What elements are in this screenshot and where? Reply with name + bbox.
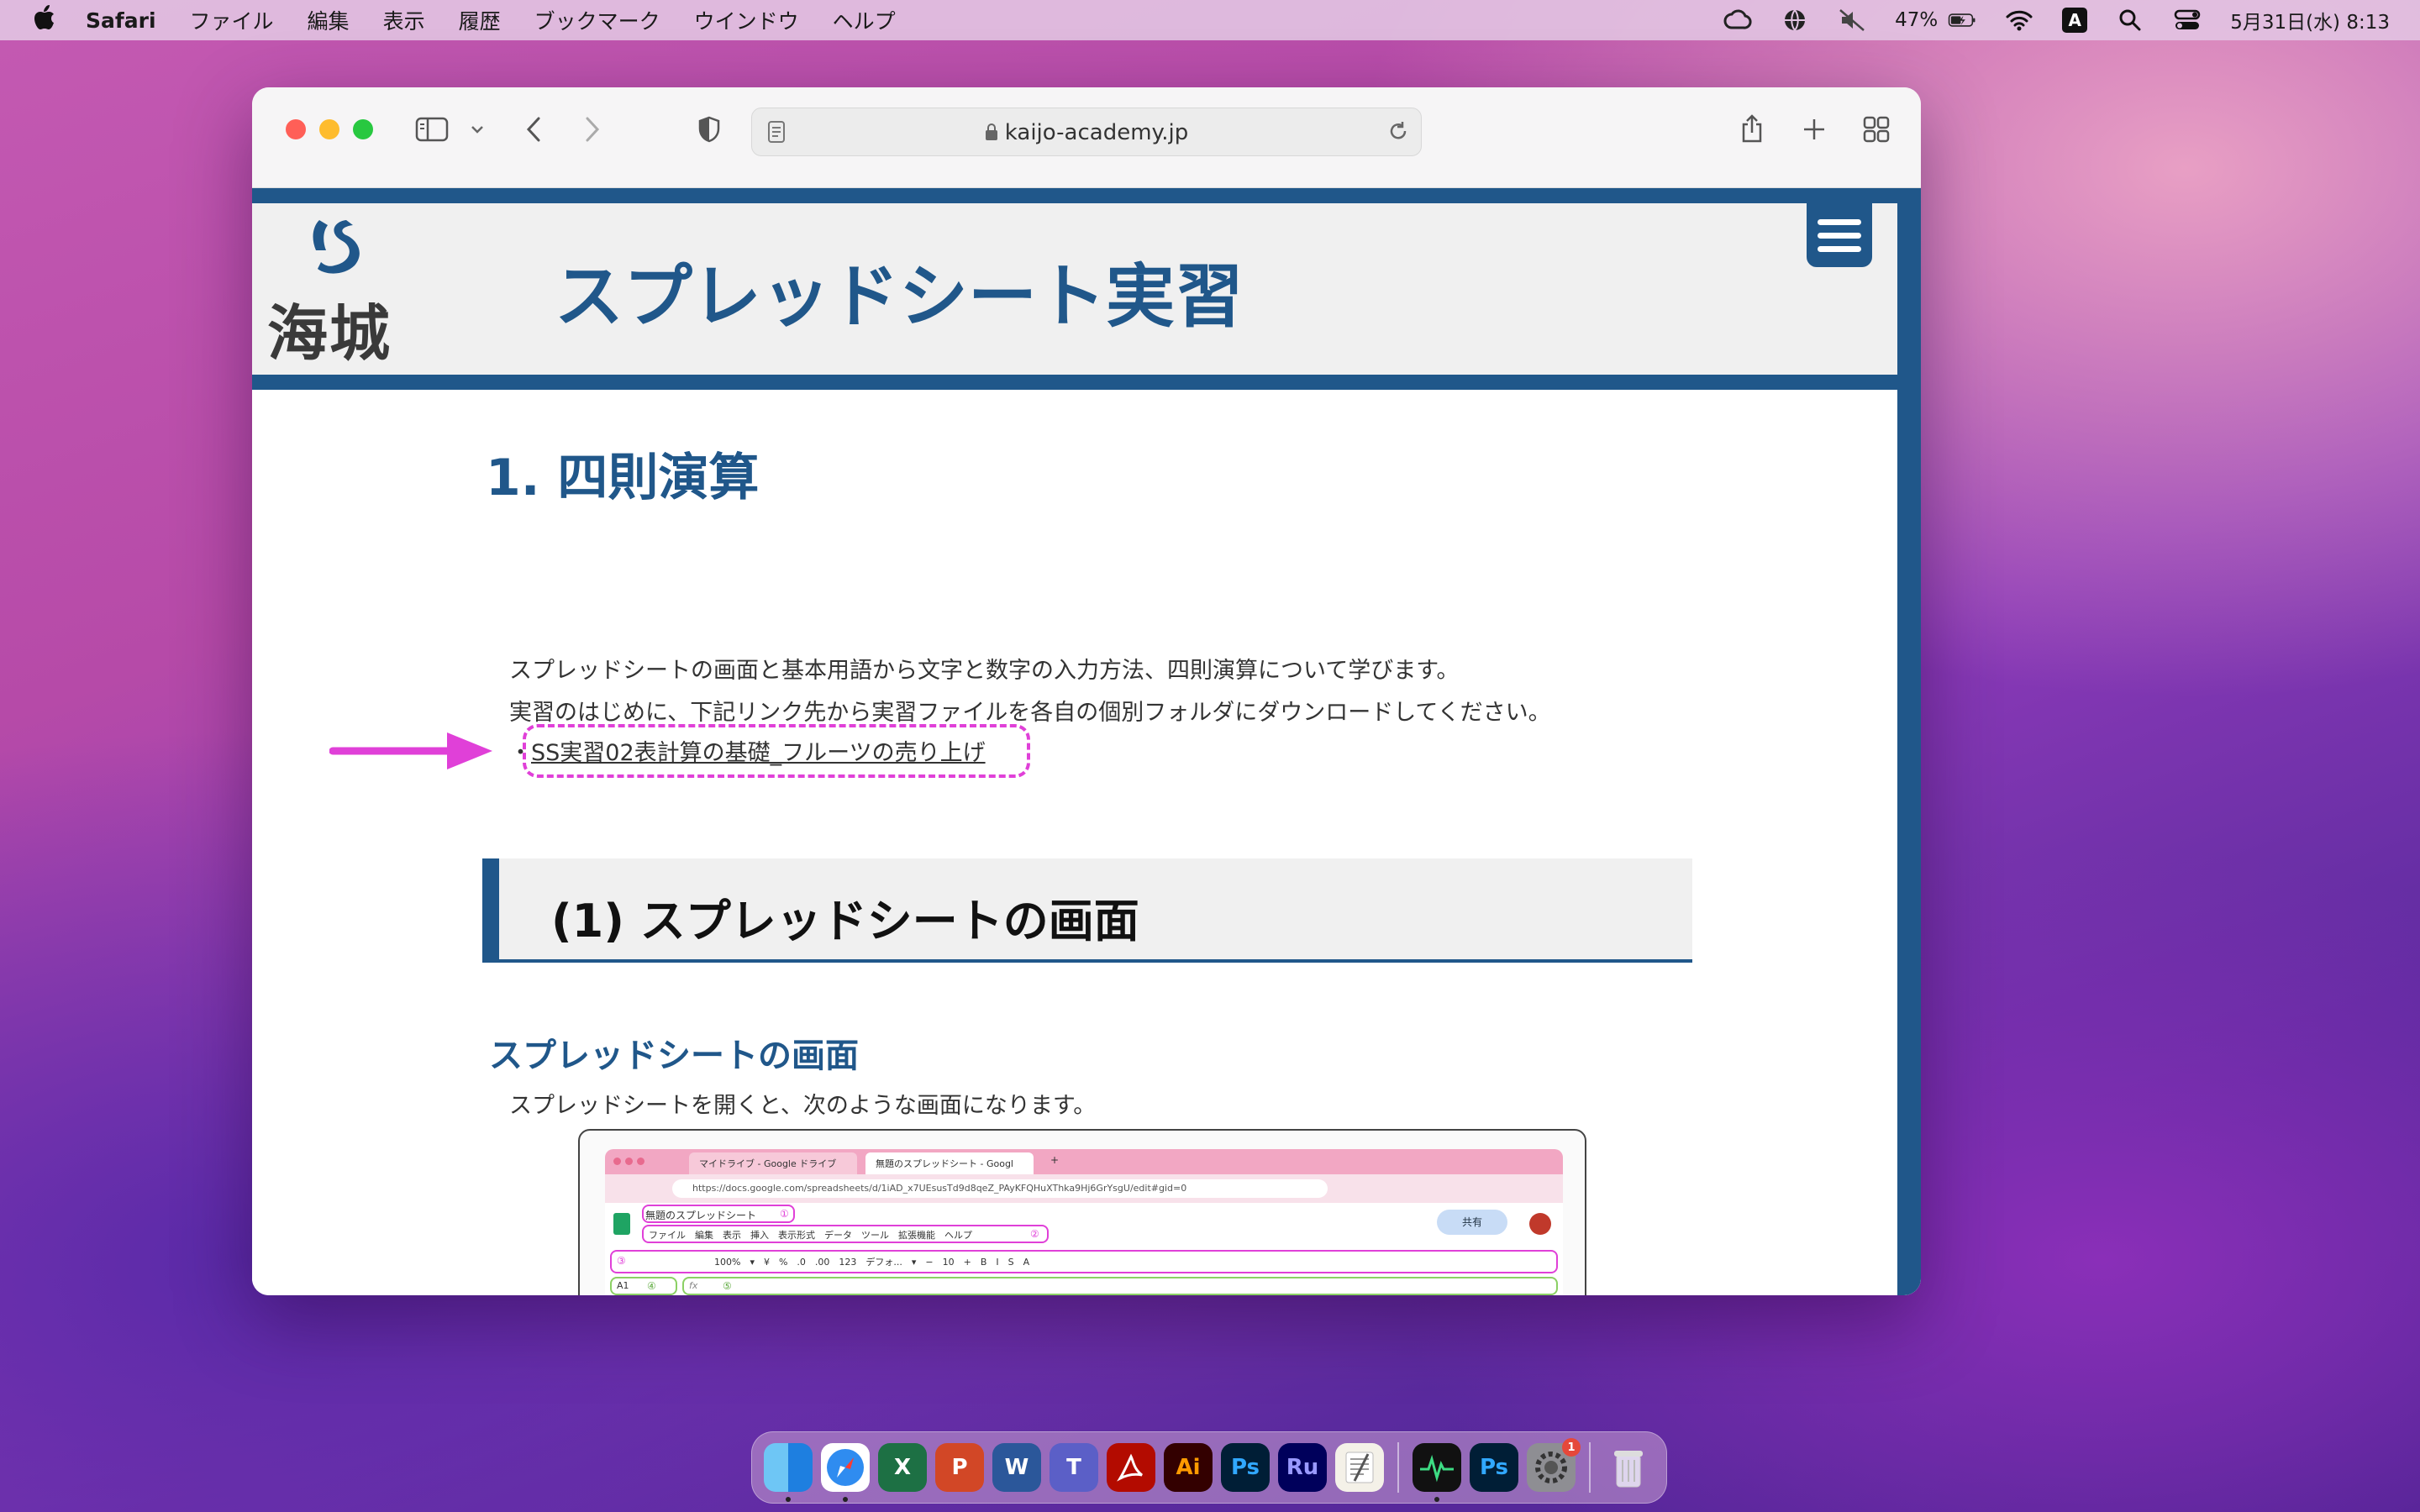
minimize-window-button[interactable]: [319, 119, 339, 139]
ss-toolbar: 100% ▾ ¥ % .0 .00 123 デフォ... ▾ − 10 + B …: [714, 1257, 1030, 1268]
intro-text-2: 実習のはじめに、下記リンク先から実習ファイルを各自の個別フォルダにダウンロードし…: [509, 700, 1551, 726]
ss-formula-box: [682, 1277, 1558, 1295]
battery-percent: 47%: [1895, 9, 1939, 31]
dock-acrobat-icon[interactable]: [1107, 1443, 1155, 1492]
dock-illustrator-icon[interactable]: Ai: [1164, 1443, 1213, 1492]
annotation-arrow-icon: [329, 732, 492, 769]
dock-separator-2: [1589, 1442, 1591, 1493]
ss-title-box: [642, 1205, 795, 1223]
sidebar-toggle-icon[interactable]: [413, 114, 450, 144]
dock-trash-icon[interactable]: [1604, 1443, 1653, 1492]
input-method-icon[interactable]: A: [2062, 8, 2088, 33]
apple-menu-icon[interactable]: [34, 5, 55, 35]
tab-overview-icon[interactable]: [1860, 114, 1892, 144]
ss-tab-bar: マイドライブ - Google ドライブ 無題のスプレッドシート - Googl…: [605, 1149, 1563, 1174]
reload-icon[interactable]: [1387, 120, 1409, 145]
back-button-icon[interactable]: [521, 114, 546, 144]
dock-activity-monitor-icon[interactable]: [1413, 1443, 1461, 1502]
ss-label-3: ③: [617, 1255, 626, 1267]
share-icon[interactable]: [1738, 114, 1766, 144]
ss-tab-sheet: 無題のスプレッドシート - Googl: [865, 1152, 1034, 1174]
page-heading: 1. 四則演算: [486, 449, 760, 507]
dock-excel-icon[interactable]: X: [878, 1443, 927, 1492]
ss-document: 無題のスプレッドシート ① ファイル 編集 表示 挿入 表示形式 データ ツール…: [605, 1203, 1563, 1295]
creative-cloud-icon[interactable]: [1723, 8, 1752, 33]
chevron-down-icon[interactable]: [469, 114, 486, 144]
lock-icon: [985, 122, 998, 147]
dock-powerpoint-icon[interactable]: P: [935, 1443, 984, 1492]
ss-zoom-dot: [637, 1158, 644, 1165]
dock-photoshop-2-icon[interactable]: Ps: [1470, 1443, 1518, 1492]
dock-safari-icon[interactable]: [821, 1443, 870, 1502]
menu-edit[interactable]: 編集: [308, 5, 350, 35]
wifi-icon[interactable]: [2005, 8, 2033, 33]
browser-toolbar: kaijo-academy.jp: [252, 87, 1921, 188]
ss-namebox-box: [610, 1277, 677, 1295]
intro-text-1: スプレッドシートの画面と基本用語から文字と数字の入力方法、四則演算について学びま…: [509, 658, 1460, 684]
dock-system-preferences-icon[interactable]: 1: [1527, 1438, 1581, 1492]
menu-bar: Safari ファイル 編集 表示 履歴 ブックマーク ウインドウ ヘルプ 47…: [0, 0, 2420, 40]
site-header: 海城 スプレッドシート実習: [252, 188, 1897, 390]
page-right-border: [1897, 188, 1921, 1295]
url-label: kaijo-academy.jp: [1004, 120, 1189, 145]
dock-finder-icon[interactable]: [764, 1443, 813, 1502]
privacy-shield-icon[interactable]: [696, 114, 723, 144]
ss-share-button: 共有: [1437, 1210, 1507, 1235]
menu-file[interactable]: ファイル: [190, 5, 274, 35]
ss-url-text: https://docs.google.com/spreadsheets/d/1…: [672, 1179, 1328, 1198]
address-bar[interactable]: kaijo-academy.jp: [751, 108, 1422, 156]
hamburger-menu-button[interactable]: [1807, 203, 1872, 267]
battery-icon[interactable]: [1948, 8, 1976, 33]
new-tab-plus-icon[interactable]: [1800, 114, 1828, 144]
ss-url-bar: https://docs.google.com/spreadsheets/d/1…: [605, 1174, 1563, 1203]
site-title: スプレッドシート実習: [555, 257, 1244, 337]
school-logo-text: 海城: [267, 297, 392, 369]
forward-button-icon[interactable]: [580, 114, 605, 144]
dock-separator: [1397, 1442, 1399, 1493]
section-banner: (1) スプレッドシートの画面: [482, 858, 1692, 963]
subsection-text: スプレッドシートを開くと、次のような画面になります。: [509, 1093, 1097, 1119]
spreadsheet-screenshot: マイドライブ - Google ドライブ 無題のスプレッドシート - Googl…: [578, 1129, 1586, 1295]
menu-view[interactable]: 表示: [383, 5, 425, 35]
school-logo-icon[interactable]: [304, 213, 371, 281]
ss-min-dot: [625, 1158, 633, 1165]
subsection-heading: スプレッドシートの画面: [489, 1037, 859, 1075]
zoom-window-button[interactable]: [353, 119, 373, 139]
ss-sheets-logo-icon: [613, 1213, 630, 1235]
menu-bookmarks[interactable]: ブックマーク: [534, 5, 660, 35]
vpn-globe-icon[interactable]: [1781, 8, 1809, 33]
ss-tab-drive: マイドライブ - Google ドライブ: [689, 1152, 857, 1174]
ss-menu-box: [642, 1225, 1049, 1243]
section-title: (1) スプレッドシートの画面: [551, 895, 1139, 948]
web-page: 海城 スプレッドシート実習 1. 四則演算 スプレッドシートの画面と基本用語から…: [252, 188, 1921, 1295]
menu-window[interactable]: ウインドウ: [694, 5, 799, 35]
menu-history[interactable]: 履歴: [459, 5, 501, 35]
dock-word-icon[interactable]: W: [992, 1443, 1041, 1492]
dock-photoshop-icon[interactable]: Ps: [1221, 1443, 1270, 1492]
ss-avatar: [1529, 1213, 1551, 1235]
app-menu-safari[interactable]: Safari: [86, 8, 156, 33]
ss-new-tab-icon: +: [1050, 1154, 1060, 1166]
dock-teams-icon[interactable]: T: [1050, 1443, 1098, 1492]
url-text: kaijo-academy.jp: [752, 120, 1421, 147]
menu-help[interactable]: ヘルプ: [833, 5, 896, 35]
dock: X P W T Ai Ps Ru Ps 1: [751, 1431, 1667, 1504]
menubar-clock[interactable]: 5月31日(水) 8:13: [2230, 6, 2390, 34]
safari-window: kaijo-academy.jp 海城 スプレッドシート実習 1. 四則演算 ス…: [252, 87, 1921, 1295]
control-center-icon[interactable]: [2173, 8, 2202, 33]
dock-textedit-icon[interactable]: [1335, 1443, 1384, 1492]
dock-premiere-rush-icon[interactable]: Ru: [1278, 1443, 1327, 1492]
spotlight-search-icon[interactable]: [2116, 8, 2144, 33]
practice-file-link[interactable]: SS実習02表計算の基礎_フルーツの売り上げ: [531, 734, 986, 767]
mute-icon[interactable]: [1838, 8, 1866, 33]
close-window-button[interactable]: [286, 119, 306, 139]
ss-close-dot: [613, 1158, 621, 1165]
notification-badge: 1: [1562, 1438, 1581, 1457]
